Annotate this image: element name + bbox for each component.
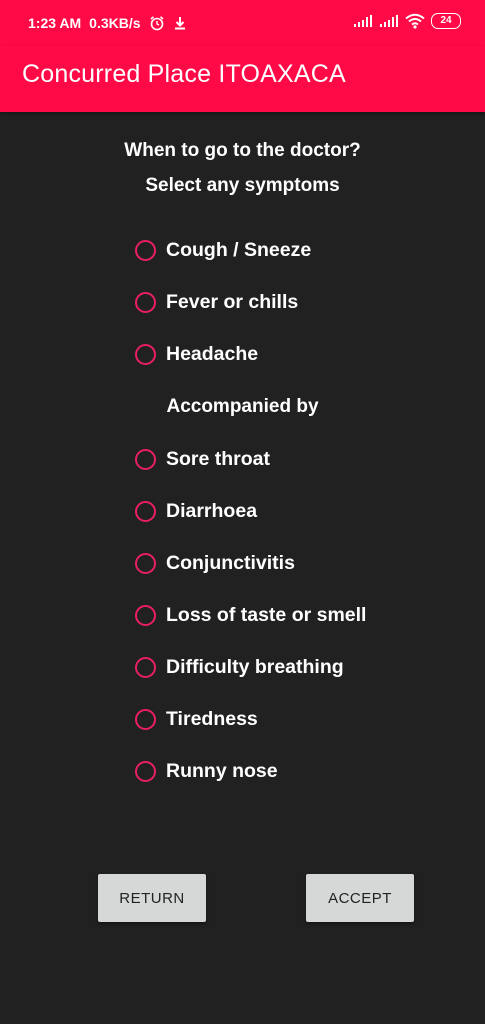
radio-button[interactable] xyxy=(135,343,156,365)
symptom-label: Loss of taste or smell xyxy=(166,603,367,626)
wifi-icon xyxy=(405,13,425,29)
symptom-option-sore-throat[interactable]: Sore throat xyxy=(135,444,270,474)
app-screen: 1:23 AM 0.3KB/s 24 Concurred Place ITOAX… xyxy=(0,0,485,1024)
radio-button[interactable] xyxy=(135,291,156,313)
symptom-option-cough[interactable]: Cough / Sneeze xyxy=(135,235,311,265)
radio-button[interactable] xyxy=(135,604,156,626)
symptom-option-conjunctivitis[interactable]: Conjunctivitis xyxy=(135,548,295,578)
question-title: When to go to the doctor? xyxy=(124,140,361,161)
symptom-option-diarrhoea[interactable]: Diarrhoea xyxy=(135,496,257,526)
symptom-label: Headache xyxy=(166,342,259,365)
accompanied-by-heading: Accompanied by xyxy=(166,396,319,417)
symptom-label: Conjunctivitis xyxy=(166,551,295,574)
status-left: 1:23 AM 0.3KB/s xyxy=(28,15,187,31)
battery-indicator: 24 xyxy=(431,13,461,29)
radio-button[interactable] xyxy=(135,448,156,470)
symptom-label: Cough / Sneeze xyxy=(166,238,312,261)
return-button[interactable]: RETURN xyxy=(98,874,206,922)
symptom-label: Difficulty breathing xyxy=(166,655,344,678)
radio-button[interactable] xyxy=(135,500,156,522)
status-time: 1:23 AM xyxy=(28,15,82,31)
app-title: Concurred Place ITOAXACA xyxy=(22,60,346,88)
symptom-label: Sore throat xyxy=(166,447,271,470)
status-speed: 0.3KB/s xyxy=(89,15,141,31)
signal-icon xyxy=(380,15,398,27)
radio-button[interactable] xyxy=(135,708,156,730)
symptom-option-runny-nose[interactable]: Runny nose xyxy=(135,756,278,786)
symptom-label: Tiredness xyxy=(166,707,258,730)
radio-button[interactable] xyxy=(135,760,156,782)
radio-button[interactable] xyxy=(135,552,156,574)
symptom-option-difficulty-breathing[interactable]: Difficulty breathing xyxy=(135,652,344,682)
symptom-option-loss-of-taste[interactable]: Loss of taste or smell xyxy=(135,600,366,630)
signal-icon xyxy=(354,15,372,27)
symptom-label: Runny nose xyxy=(166,759,278,782)
symptom-label: Fever or chills xyxy=(166,290,299,313)
radio-button[interactable] xyxy=(135,656,156,678)
download-icon xyxy=(174,17,185,30)
symptom-option-tiredness[interactable]: Tiredness xyxy=(135,704,258,734)
accept-button[interactable]: ACCEPT xyxy=(306,874,414,922)
battery-level: 24 xyxy=(440,15,452,26)
app-bar: Concurred Place ITOAXACA xyxy=(0,46,485,112)
question-subtitle: Select any symptoms xyxy=(145,175,340,196)
alarm-icon xyxy=(150,16,164,31)
status-bar: 1:23 AM 0.3KB/s 24 xyxy=(0,0,485,46)
status-right: 24 xyxy=(347,13,461,29)
radio-button[interactable] xyxy=(135,239,156,261)
symptom-label: Diarrhoea xyxy=(166,499,258,522)
symptom-option-fever[interactable]: Fever or chills xyxy=(135,287,298,317)
symptom-option-headache[interactable]: Headache xyxy=(135,339,258,369)
